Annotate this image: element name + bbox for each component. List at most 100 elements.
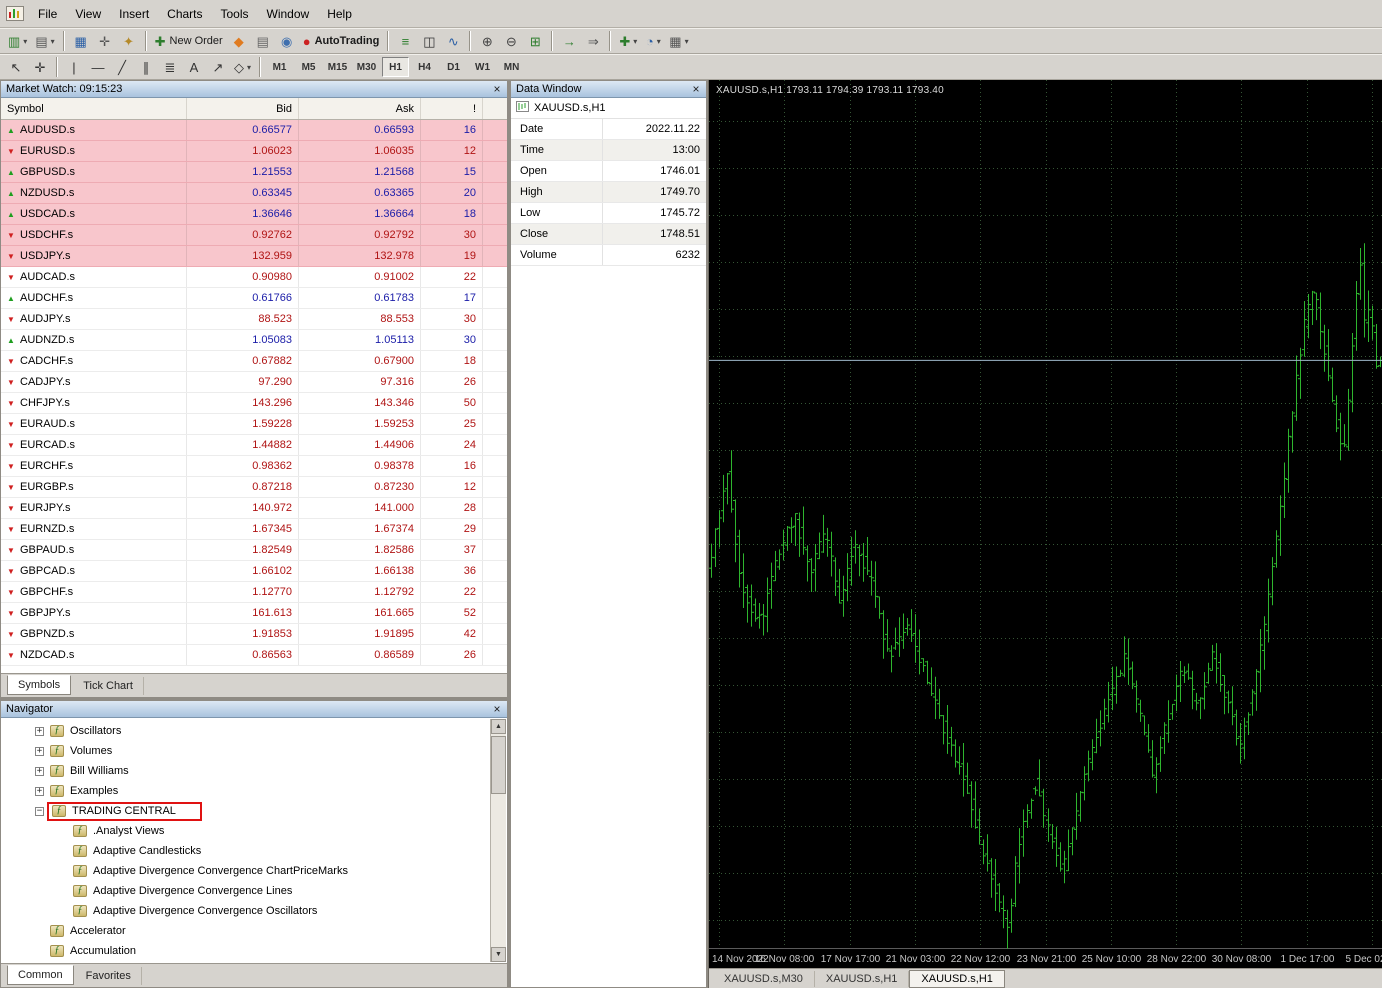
new-chart-button[interactable]: ▥▾ bbox=[4, 30, 31, 52]
zoom-in-button[interactable]: ⊕ bbox=[475, 30, 499, 52]
navigator-item[interactable]: +ƒVolumes bbox=[1, 741, 507, 761]
chart-shift-button[interactable]: ⇒ bbox=[581, 30, 605, 52]
column-header-bid[interactable]: Bid bbox=[187, 98, 299, 119]
menu-file[interactable]: File bbox=[29, 3, 66, 25]
menu-window[interactable]: Window bbox=[258, 3, 319, 25]
navigator-scrollbar[interactable]: ▲ ▼ bbox=[490, 719, 506, 962]
crosshair-button[interactable]: ✛ bbox=[28, 56, 52, 78]
market-watch-row[interactable]: ▼AUDJPY.s88.52388.55330 bbox=[1, 309, 507, 330]
tile-windows-button[interactable]: ⊞ bbox=[523, 30, 547, 52]
dropdown-caret-icon[interactable]: ▾ bbox=[247, 63, 251, 72]
market-watch-row[interactable]: ▼USDJPY.s132.959132.97819 bbox=[1, 246, 507, 267]
market-watch-row[interactable]: ▲GBPUSD.s1.215531.2156815 bbox=[1, 162, 507, 183]
market-watch-row[interactable]: ▲USDCAD.s1.366461.3666418 bbox=[1, 204, 507, 225]
navigator-item[interactable]: ƒ.Analyst Views bbox=[1, 821, 507, 841]
timeframe-m5-button[interactable]: M5 bbox=[295, 57, 322, 77]
market-watch-row[interactable]: ▼CHFJPY.s143.296143.34650 bbox=[1, 393, 507, 414]
expand-icon[interactable]: + bbox=[35, 727, 44, 736]
menu-insert[interactable]: Insert bbox=[110, 3, 158, 25]
navigator-item[interactable]: +ƒBill Williams bbox=[1, 761, 507, 781]
fibonacci-retracement-button[interactable]: ≣ bbox=[158, 56, 182, 78]
horizontal-line-button[interactable]: — bbox=[86, 56, 110, 78]
market-watch-row[interactable]: ▼EURAUD.s1.592281.5925325 bbox=[1, 414, 507, 435]
market-watch-row[interactable]: ▼GBPNZD.s1.918531.9189542 bbox=[1, 624, 507, 645]
text-label-button[interactable]: A bbox=[182, 56, 206, 78]
navigator-item[interactable]: ƒAccumulation bbox=[1, 941, 507, 961]
market-watch-row[interactable]: ▼EURCAD.s1.448821.4490624 bbox=[1, 435, 507, 456]
tab-symbols[interactable]: Symbols bbox=[7, 675, 71, 695]
market-watch-row[interactable]: ▼GBPJPY.s161.613161.66552 bbox=[1, 603, 507, 624]
equidistant-channel-button[interactable]: ∥ bbox=[134, 56, 158, 78]
market-watch-row[interactable]: ▼NZDCAD.s0.865630.8658926 bbox=[1, 645, 507, 666]
community-button[interactable]: ◉ bbox=[275, 30, 299, 52]
navigator-item[interactable]: ƒAdaptive Divergence Convergence Lines bbox=[1, 881, 507, 901]
dropdown-caret-icon[interactable]: ▾ bbox=[685, 37, 689, 46]
scroll-down-icon[interactable]: ▼ bbox=[491, 947, 506, 962]
candlestick-chart-button[interactable]: ◫ bbox=[417, 30, 441, 52]
new-order-button[interactable]: ✚New Order bbox=[151, 30, 227, 52]
market-watch-row[interactable]: ▼EURNZD.s1.673451.6737429 bbox=[1, 519, 507, 540]
expand-icon[interactable]: + bbox=[35, 767, 44, 776]
timeframe-h1-button[interactable]: H1 bbox=[382, 57, 409, 77]
tab-favorites[interactable]: Favorites bbox=[76, 967, 142, 985]
timeframe-m15-button[interactable]: M15 bbox=[324, 57, 351, 77]
menu-charts[interactable]: Charts bbox=[158, 3, 211, 25]
vertical-line-button[interactable]: | bbox=[62, 56, 86, 78]
dropdown-caret-icon[interactable]: ▾ bbox=[51, 37, 55, 46]
timeframe-m30-button[interactable]: M30 bbox=[353, 57, 380, 77]
navigator-item[interactable]: +ƒOscillators bbox=[1, 721, 507, 741]
data-window-titlebar[interactable]: Data Window × bbox=[511, 81, 706, 98]
expand-icon[interactable]: + bbox=[35, 787, 44, 796]
arrow-tool-button[interactable]: ↗ bbox=[206, 56, 230, 78]
timeframe-d1-button[interactable]: D1 bbox=[440, 57, 467, 77]
navigator-item[interactable]: ƒAdaptive Divergence Convergence ChartPr… bbox=[1, 861, 507, 881]
market-watch-row[interactable]: ▼GBPAUD.s1.825491.8258637 bbox=[1, 540, 507, 561]
market-watch-row[interactable]: ▼EURUSD.s1.060231.0603512 bbox=[1, 141, 507, 162]
market-watch-row[interactable]: ▲NZDUSD.s0.633450.6336520 bbox=[1, 183, 507, 204]
timeframe-mn-button[interactable]: MN bbox=[498, 57, 525, 77]
scroll-up-icon[interactable]: ▲ bbox=[491, 719, 506, 734]
bar-chart-button[interactable]: ≡ bbox=[393, 30, 417, 52]
data-window-button[interactable]: ✛ bbox=[93, 30, 117, 52]
market-watch-titlebar[interactable]: Market Watch: 09:15:23 × bbox=[1, 81, 507, 98]
zoom-out-button[interactable]: ⊖ bbox=[499, 30, 523, 52]
column-header-ask[interactable]: Ask bbox=[299, 98, 421, 119]
market-watch-row[interactable]: ▲AUDUSD.s0.665770.6659316 bbox=[1, 120, 507, 141]
dropdown-caret-icon[interactable]: ▾ bbox=[633, 37, 637, 46]
price-chart[interactable]: 14 Nov 202216 Nov 08:0017 Nov 17:0021 No… bbox=[709, 80, 1382, 968]
scrollbar-thumb[interactable] bbox=[491, 736, 506, 794]
market-watch-button[interactable]: ▦ bbox=[69, 30, 93, 52]
navigator-button[interactable]: ✦ bbox=[117, 30, 141, 52]
indicators-button[interactable]: ✚▾ bbox=[615, 30, 641, 52]
column-header-symbol[interactable]: Symbol bbox=[1, 98, 187, 119]
market-watch-row[interactable]: ▼AUDCAD.s0.909800.9100222 bbox=[1, 267, 507, 288]
collapse-icon[interactable]: − bbox=[35, 807, 44, 816]
menu-help[interactable]: Help bbox=[318, 3, 361, 25]
menu-tools[interactable]: Tools bbox=[212, 3, 258, 25]
market-watch-row[interactable]: ▼GBPCAD.s1.661021.6613836 bbox=[1, 561, 507, 582]
cursor-button[interactable]: ↖ bbox=[4, 56, 28, 78]
navigator-item[interactable]: ƒAccelerator bbox=[1, 921, 507, 941]
chart-tab[interactable]: XAUUSD.s,M30 bbox=[713, 971, 815, 987]
templates-button[interactable]: ▦▾ bbox=[665, 30, 692, 52]
autotrading-button[interactable]: ●AutoTrading bbox=[299, 30, 384, 52]
dropdown-caret-icon[interactable]: ▾ bbox=[657, 37, 661, 46]
market-watch-row[interactable]: ▼EURJPY.s140.972141.00028 bbox=[1, 498, 507, 519]
chart-tab[interactable]: XAUUSD.s,H1 bbox=[909, 970, 1005, 988]
profiles-button[interactable]: ▤▾ bbox=[31, 30, 58, 52]
tab-common[interactable]: Common bbox=[7, 965, 74, 985]
line-chart-button[interactable]: ∿ bbox=[441, 30, 465, 52]
print-button[interactable]: ▤ bbox=[251, 30, 275, 52]
navigator-item[interactable]: +ƒExamples bbox=[1, 781, 507, 801]
auto-scroll-button[interactable]: → bbox=[557, 30, 581, 52]
menu-view[interactable]: View bbox=[66, 3, 110, 25]
data-window-close-icon[interactable]: × bbox=[689, 83, 703, 95]
expand-icon[interactable]: + bbox=[35, 747, 44, 756]
alert-button[interactable]: ◆ bbox=[227, 30, 251, 52]
periods-button[interactable]: ◔▾ bbox=[641, 30, 665, 52]
market-watch-row[interactable]: ▲AUDNZD.s1.050831.0511330 bbox=[1, 330, 507, 351]
navigator-item[interactable]: ƒAdaptive Candlesticks bbox=[1, 841, 507, 861]
market-watch-row[interactable]: ▼CADJPY.s97.29097.31626 bbox=[1, 372, 507, 393]
navigator-close-icon[interactable]: × bbox=[490, 703, 504, 715]
timeframe-h4-button[interactable]: H4 bbox=[411, 57, 438, 77]
